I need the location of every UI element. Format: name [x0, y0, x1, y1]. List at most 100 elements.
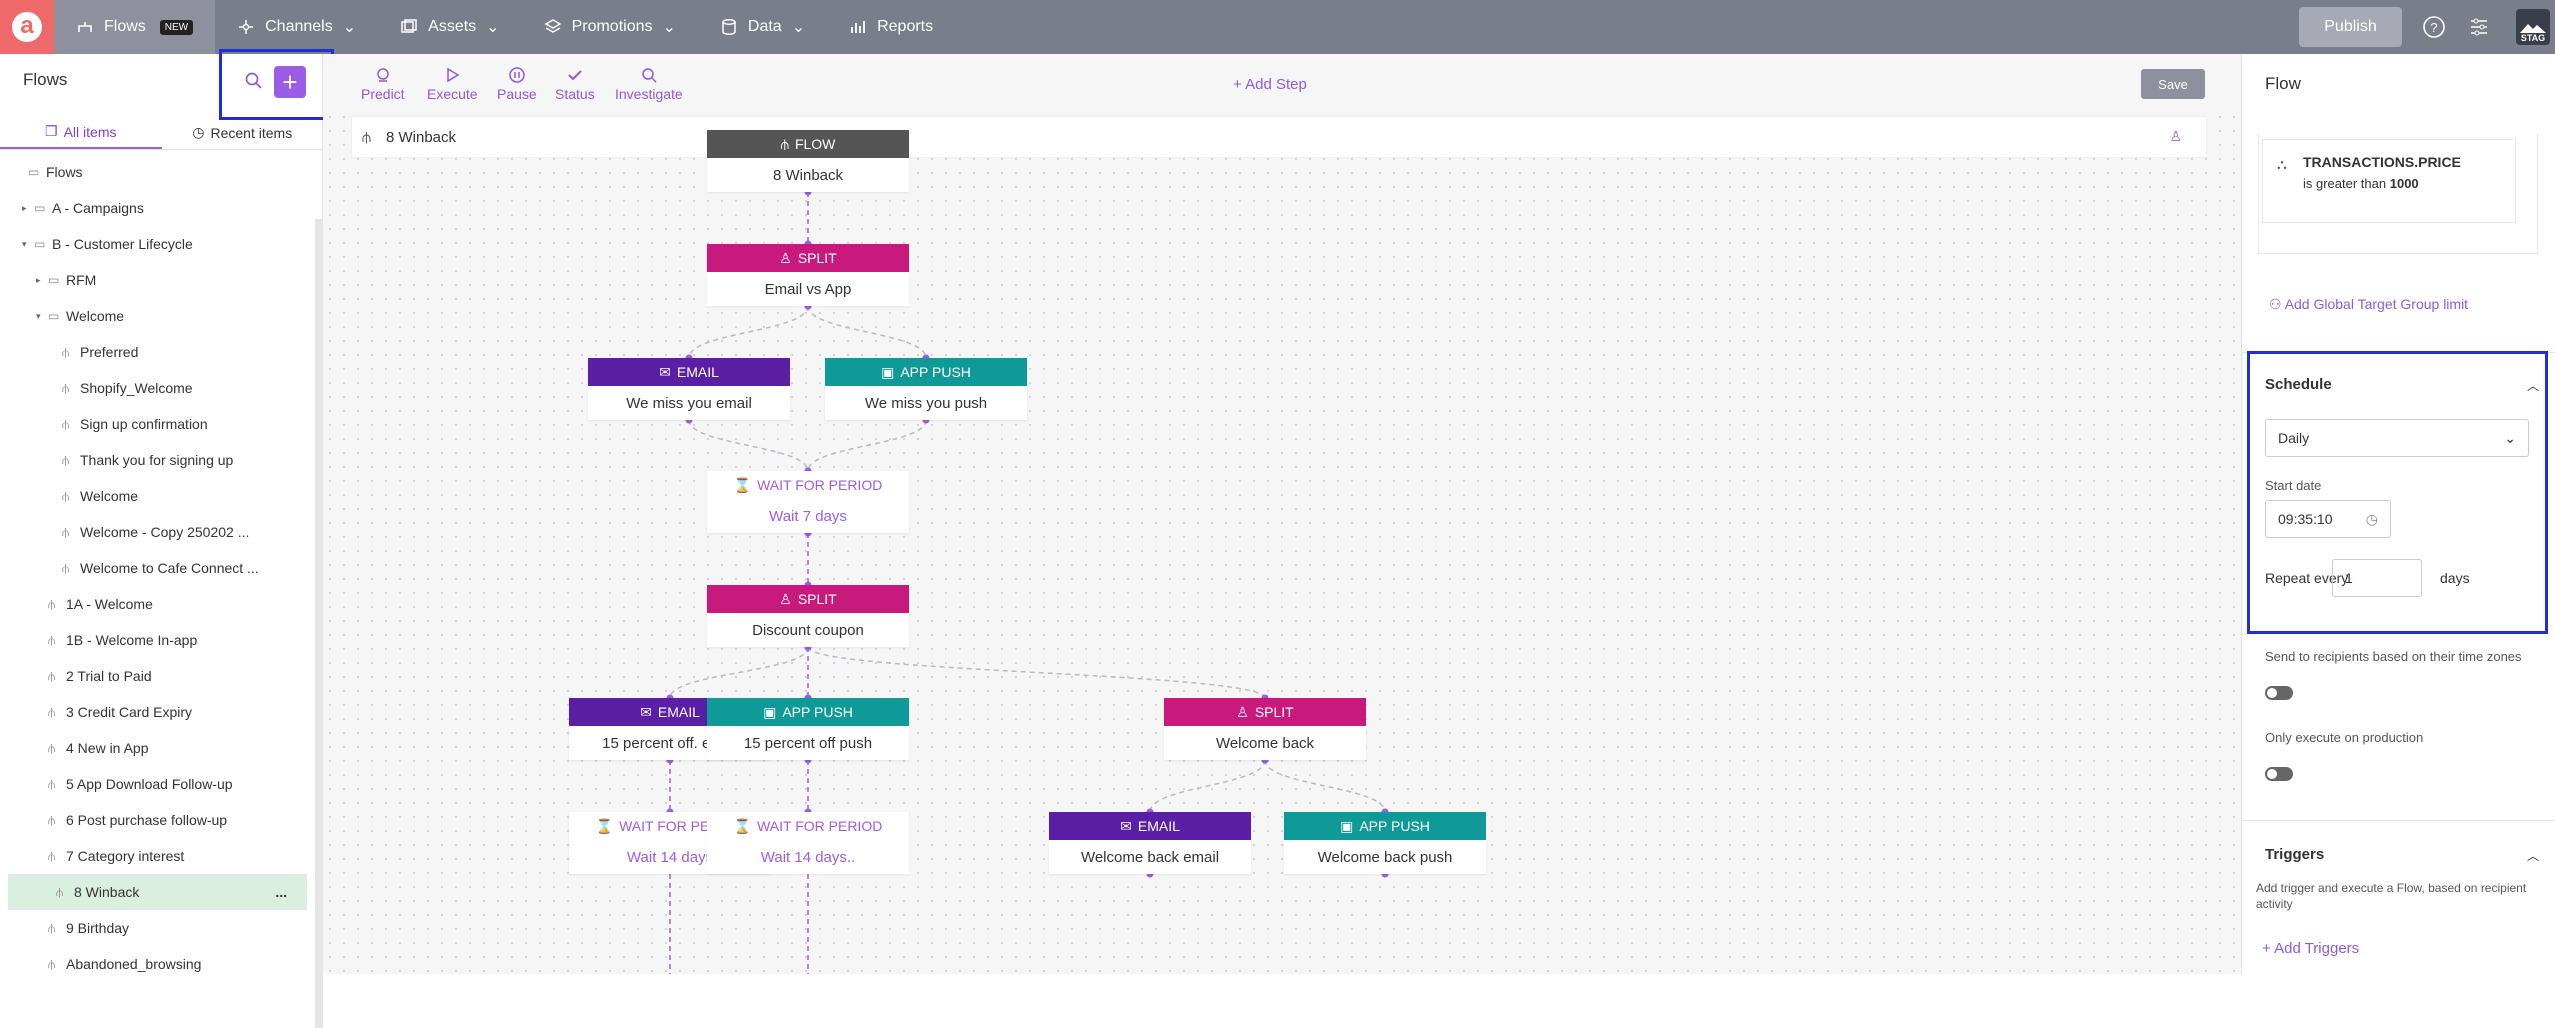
tree-flow-item[interactable]: ⫛ Preferred: [0, 334, 315, 370]
flow-node-push2[interactable]: ▣ APP PUSH 15 percent off push: [707, 698, 909, 760]
flow-node-split1[interactable]: ♙ SPLIT Email vs App: [707, 244, 909, 306]
tree-flow-item[interactable]: ⫛ 5 App Download Follow-up: [0, 766, 315, 802]
nav-reports[interactable]: Reports: [827, 0, 955, 54]
predict-icon: [377, 68, 389, 82]
flow-icon: ⫛: [48, 704, 56, 719]
app-logo[interactable]: a: [0, 0, 54, 54]
tab-recent-items[interactable]: ◷ Recent items: [162, 116, 324, 149]
production-toggle[interactable]: [2265, 767, 2293, 781]
settings-sliders-icon[interactable]: [2465, 13, 2493, 41]
tree-flow-item[interactable]: ⫛ Welcome: [0, 478, 315, 514]
tree-flow-item[interactable]: ⫛ 2 Trial to Paid: [0, 658, 315, 694]
environment-badge[interactable]: STAG: [2516, 9, 2550, 45]
svg-text:?: ?: [2430, 20, 2437, 35]
node-title: 8 Winback: [772, 166, 844, 184]
tree-folder-item[interactable]: ▸ ▭ A - Campaigns: [0, 190, 315, 226]
flow-icon: ⫛: [62, 452, 70, 467]
folder-icon: ▭: [34, 237, 46, 251]
flow-node-email1[interactable]: ✉ EMAIL We miss you email: [588, 358, 790, 420]
flow-node-push1[interactable]: ▣ APP PUSH We miss you push: [825, 358, 1027, 420]
tree-flow-item[interactable]: ⫛ 1A - Welcome: [0, 586, 315, 622]
caret-icon[interactable]: ▸: [22, 203, 34, 214]
flow-icon: ⫛: [62, 524, 70, 539]
tree-flow-item[interactable]: ⫛ Abandoned_browsing: [0, 946, 315, 974]
tree-folder-item[interactable]: ▭ Flows: [0, 154, 315, 190]
node-header: ▣ APP PUSH: [825, 358, 1027, 386]
predict-button[interactable]: Predict: [361, 66, 405, 102]
flow-icon: ⫛: [48, 668, 56, 683]
tree-flow-item[interactable]: ⫛ Shopify_Welcome: [0, 370, 315, 406]
clock-icon: ◷: [192, 124, 205, 140]
investigate-button[interactable]: Investigate: [615, 66, 683, 102]
execute-icon: [447, 67, 460, 83]
tree-flow-item[interactable]: ⫛ Sign up confirmation: [0, 406, 315, 442]
flow-node-wait3[interactable]: ⌛ WAIT FOR PERIOD Wait 14 days..: [707, 812, 909, 874]
node-header: ▣ APP PUSH: [1284, 812, 1486, 840]
email-icon: ✉: [1120, 817, 1132, 834]
add-triggers-link[interactable]: + Add Triggers: [2262, 940, 2359, 957]
node-title: We miss you push: [864, 394, 988, 412]
publish-button[interactable]: Publish: [2299, 7, 2402, 47]
flow-node-wait1[interactable]: ⌛ WAIT FOR PERIOD Wait 7 days: [707, 471, 909, 533]
flow-node-split2[interactable]: ♙ SPLIT Discount coupon: [707, 585, 909, 647]
flow-icon: ⫛: [62, 380, 70, 395]
flow-node-split3[interactable]: ♙ SPLIT Welcome back: [1164, 698, 1366, 760]
tree-flow-item[interactable]: ⫛ 4 New in App: [0, 730, 315, 766]
node-title: Discount coupon: [752, 621, 864, 639]
tree-flow-item[interactable]: ⫛ 8 Winback...: [8, 874, 307, 910]
condition-item[interactable]: ⛬ TRANSACTIONS.PRICE is greater than 100…: [2262, 139, 2516, 223]
node-title: Wait 7 days: [769, 507, 847, 525]
connection-line: [669, 646, 809, 699]
pause-icon: [509, 67, 525, 83]
execute-button[interactable]: Execute: [427, 66, 478, 102]
nav-promotions[interactable]: Promotions ⌄: [522, 0, 698, 54]
timezone-toggle[interactable]: [2265, 686, 2293, 700]
tree-flow-item[interactable]: ⫛ 9 Birthday: [0, 910, 315, 946]
status-button[interactable]: Status: [555, 66, 595, 102]
flow-node-push3[interactable]: ▣ APP PUSH Welcome back push: [1284, 812, 1486, 874]
nav-channels[interactable]: Channels ⌄: [215, 0, 378, 54]
node-title: 15 percent off push: [743, 734, 873, 752]
flow-node-email3[interactable]: ✉ EMAIL Welcome back email: [1049, 812, 1251, 874]
tree-flow-item[interactable]: ⫛ 6 Post purchase follow-up: [0, 802, 315, 838]
pause-button[interactable]: Pause: [497, 66, 537, 102]
tree-folder-item[interactable]: ▾ ▭ B - Customer Lifecycle: [0, 226, 315, 262]
tree-folder-item[interactable]: ▾ ▭ Welcome: [0, 298, 315, 334]
nav-flows[interactable]: Flows NEW: [54, 0, 216, 54]
tree-flow-item[interactable]: ⫛ Welcome to Cafe Connect ...: [0, 550, 315, 586]
canvas-toolbar: Predict Execute Pause Status Investigate…: [323, 54, 2241, 112]
save-button[interactable]: Save: [2141, 69, 2205, 99]
promotions-icon: [544, 19, 562, 33]
tree-flow-item[interactable]: ⫛ Welcome - Copy 250202 ...: [0, 514, 315, 550]
add-global-target-group-limit-link[interactable]: ⚇ Add Global Target Group limit: [2269, 296, 2468, 313]
node-header: ♙ SPLIT: [707, 244, 909, 272]
help-icon[interactable]: ?: [2420, 13, 2448, 41]
flow-node-flow[interactable]: ⫛ FLOW 8 Winback: [707, 130, 909, 192]
flow-icon: ⫛: [48, 848, 56, 863]
more-options-icon[interactable]: ...: [275, 884, 287, 900]
flow-icon: ⫛: [62, 344, 70, 359]
tab-all-items[interactable]: ❐ All items: [0, 116, 162, 149]
sidebar-scrollbar[interactable]: [315, 219, 323, 1028]
nav-data[interactable]: Data ⌄: [698, 0, 827, 54]
tree-folder-item[interactable]: ▸ ▭ RFM: [0, 262, 315, 298]
tree-flow-item[interactable]: ⫛ 1B - Welcome In-app: [0, 622, 315, 658]
flow-canvas[interactable]: Predict Execute Pause Status Investigate…: [323, 54, 2241, 974]
plus-icon: +: [2262, 940, 2271, 957]
tree-flow-item[interactable]: ⫛ Thank you for signing up: [0, 442, 315, 478]
node-header: ⌛ WAIT FOR PERIOD: [707, 812, 909, 840]
nav-assets[interactable]: Assets ⌄: [378, 0, 521, 54]
caret-icon[interactable]: ▾: [22, 239, 34, 250]
folder-icon: ▭: [48, 309, 60, 323]
chevron-up-icon[interactable]: ︿: [2527, 847, 2539, 864]
node-header: ⌛ WAIT FOR PERIOD: [707, 471, 909, 499]
user-icon[interactable]: ♙: [2169, 128, 2182, 145]
add-step-button[interactable]: + Add Step: [1233, 76, 1307, 93]
tree-flow-item[interactable]: ⫛ 7 Category interest: [0, 838, 315, 874]
caret-icon[interactable]: ▾: [36, 311, 48, 322]
caret-icon[interactable]: ▸: [36, 275, 48, 286]
flow-icon: [78, 22, 92, 32]
flow-icon: ⫛: [48, 956, 56, 971]
tree-flow-item[interactable]: ⫛ 3 Credit Card Expiry: [0, 694, 315, 730]
connection-line: [688, 305, 809, 359]
